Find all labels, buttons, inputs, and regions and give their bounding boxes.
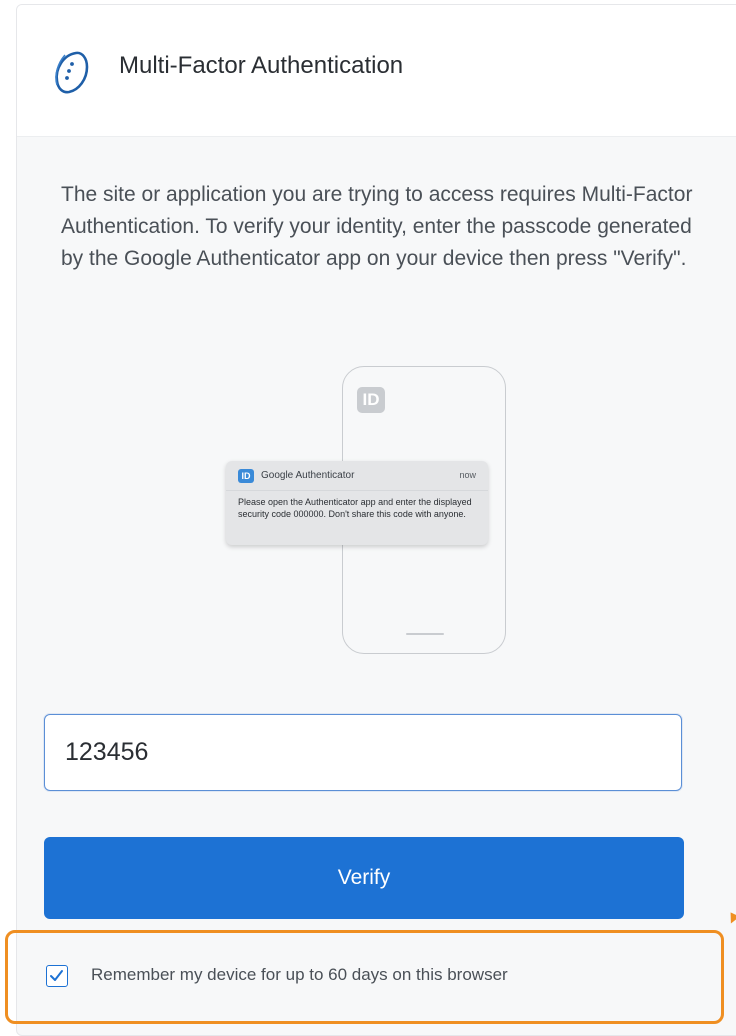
notification-body: Please open the Authenticator app and en… bbox=[238, 497, 472, 519]
checkmark-icon bbox=[50, 970, 63, 981]
notification-divider bbox=[226, 490, 488, 491]
remember-device-checkbox[interactable] bbox=[46, 965, 68, 987]
phone-home-bar bbox=[406, 633, 444, 635]
page-title: Multi-Factor Authentication bbox=[119, 52, 404, 79]
notification-time: now bbox=[459, 470, 476, 480]
id-app-icon: ID bbox=[357, 387, 385, 413]
passcode-input[interactable] bbox=[44, 714, 682, 791]
verify-button[interactable]: Verify bbox=[44, 837, 684, 919]
authenticator-app-icon: ID bbox=[238, 469, 254, 483]
instructions-text: The site or application you are trying t… bbox=[61, 183, 693, 270]
card-header: Multi-Factor Authentication bbox=[17, 5, 736, 137]
push-notification-illustration: ID Google Authenticator now Please open … bbox=[226, 461, 488, 545]
okta-circle-logo-icon bbox=[55, 51, 89, 94]
remember-device-label[interactable]: Remember my device for up to 60 days on … bbox=[91, 965, 508, 985]
notification-app-name: Google Authenticator bbox=[261, 470, 355, 481]
